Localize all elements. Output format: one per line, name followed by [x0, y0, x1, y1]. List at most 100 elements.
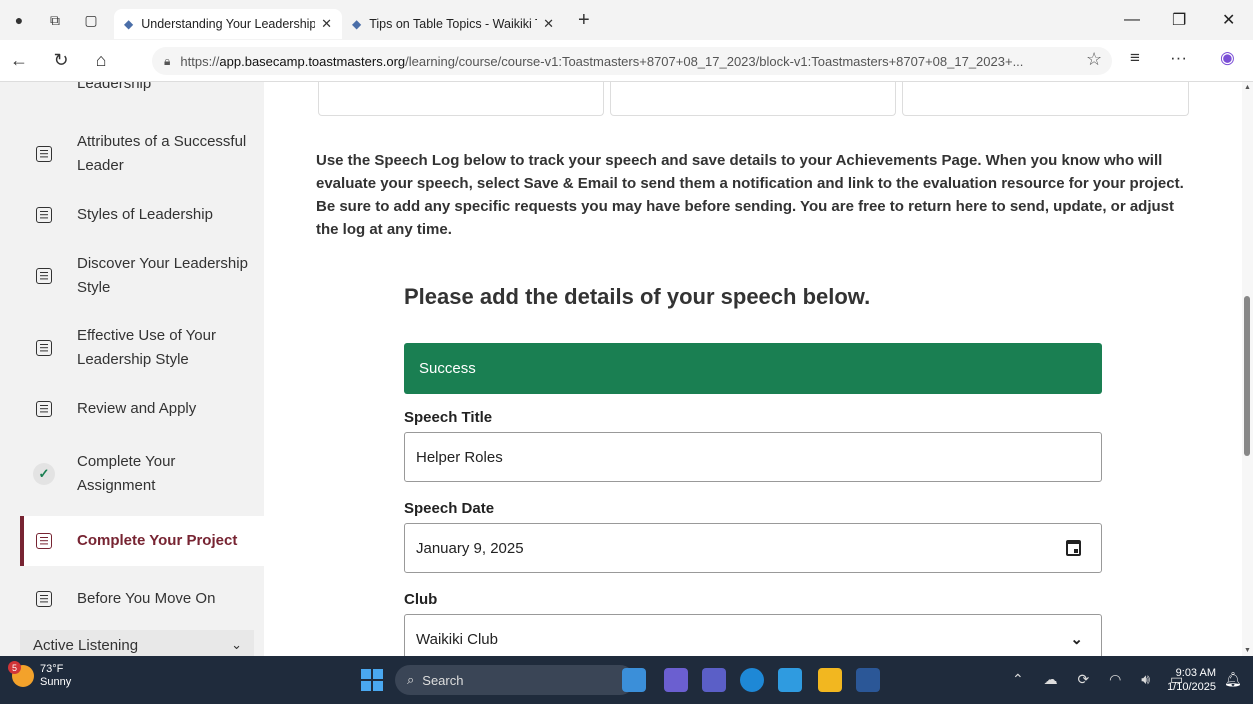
weather-temp: 73°F	[40, 663, 64, 675]
close-tab-icon[interactable]: ✕	[543, 16, 554, 32]
form-title: Please add the details of your speech be…	[404, 284, 871, 309]
taskbar-search[interactable]: ⌕ Search	[395, 665, 635, 695]
copilot-icon[interactable]: ◉	[1220, 48, 1235, 68]
weather-desc: Sunny	[40, 676, 72, 688]
scroll-up-icon[interactable]: ▲	[1244, 84, 1251, 91]
speech-title-value: Helper Roles	[416, 448, 503, 466]
card-cell	[610, 82, 896, 116]
card-cell	[318, 82, 604, 116]
document-icon	[36, 340, 52, 356]
sidebar-item-label: Before You Move On	[77, 590, 216, 607]
speech-date-label: Speech Date	[404, 500, 495, 517]
notification-bell-icon[interactable]: 🔔︎	[1224, 671, 1242, 688]
sidebar-item-before-move-on[interactable]: Before You Move On	[20, 574, 264, 624]
taskbar-search-placeholder: Search	[422, 672, 464, 688]
speech-date-value: January 9, 2025	[416, 539, 524, 557]
document-icon	[36, 591, 52, 607]
sidebar-item-label: Review and Apply	[77, 400, 197, 417]
url-path: /learning/course/course-v1:Toastmasters+…	[405, 53, 1024, 69]
favorites-icon[interactable]: ≡	[1130, 48, 1140, 68]
search-icon: ⌕	[407, 672, 415, 687]
start-button[interactable]	[361, 669, 383, 691]
clock-time: 9:03 AM	[1175, 667, 1216, 679]
new-tab-icon[interactable]: +	[578, 9, 590, 32]
taskbar-clock[interactable]: 9:03 AM 1/10/2025	[1160, 666, 1216, 694]
windows-taskbar: 5 73°F Sunny ⌕ Search ⌃ ☁ ⟳ ◠ 🔊︎ ▭ 9:03 …	[0, 656, 1253, 704]
club-label: Club	[404, 591, 438, 608]
sidebar-item-styles[interactable]: Styles of Leadership	[20, 190, 264, 240]
minimize-icon[interactable]: —	[1124, 0, 1140, 40]
clock-date: 1/10/2025	[1167, 681, 1216, 693]
sidebar-item-complete-project[interactable]: Complete Your Project	[20, 516, 264, 566]
speech-title-input[interactable]: Helper Roles	[404, 432, 1102, 482]
scrollbar-thumb[interactable]	[1244, 296, 1250, 456]
course-outline-sidebar: Leadership Attributes of a Successful Le…	[0, 82, 264, 656]
tab-favicon-icon: ◆	[124, 17, 134, 31]
word-icon[interactable]	[856, 668, 880, 692]
sidebar-item-label: Complete Your Project	[77, 532, 238, 549]
club-value: Waikiki Club	[416, 630, 498, 648]
calendar-icon[interactable]	[1066, 540, 1081, 556]
sidebar-item-discover[interactable]: Discover Your Leadership Style	[20, 240, 264, 312]
speech-title-label: Speech Title	[404, 409, 493, 426]
section-label: Active Listening	[33, 636, 139, 654]
sidebar-item-label: Attributes of a Successful Leader	[77, 133, 247, 174]
profile-icon[interactable]: ●	[8, 9, 30, 31]
document-icon	[36, 207, 52, 223]
tab-understanding-leadership[interactable]: ◆ Understanding Your Leadership St ✕	[114, 9, 342, 39]
scroll-down-icon[interactable]: ▼	[1244, 647, 1251, 654]
document-icon	[36, 146, 52, 162]
sidebar-item-complete-assignment[interactable]: ✓ Complete Your Assignment	[20, 438, 264, 510]
sidebar-item-effective-use[interactable]: Effective Use of Your Leadership Style	[20, 312, 264, 384]
sidebar-item-review-apply[interactable]: Review and Apply	[20, 384, 264, 434]
sidebar-item-label: Effective Use of Your Leadership Style	[77, 327, 216, 368]
back-icon[interactable]: ←	[2, 50, 36, 71]
tab-actions-icon[interactable]: ▢	[80, 9, 102, 31]
sidebar-section-active-listening[interactable]: Active Listening ⌄	[20, 630, 254, 656]
tab-title: Tips on Table Topics - Waikiki Toa	[369, 17, 538, 31]
close-tab-icon[interactable]: ✕	[321, 16, 332, 32]
copilot-app-icon[interactable]	[664, 668, 688, 692]
chevron-down-icon: ⌄	[1070, 631, 1083, 648]
favorite-star-icon[interactable]: ☆	[1086, 49, 1102, 70]
document-icon	[36, 533, 52, 549]
sidebar-item-label: Styles of Leadership	[77, 206, 213, 223]
document-icon	[36, 401, 52, 417]
teams-icon[interactable]	[702, 668, 726, 692]
sidebar-item-attributes[interactable]: Attributes of a Successful Leader	[20, 118, 264, 190]
main-content: Use the Speech Log below to track your s…	[264, 82, 1242, 656]
url-host: app.basecamp.toastmasters.org	[219, 53, 406, 69]
page-scrollbar[interactable]: ▲ ▼	[1242, 82, 1253, 656]
task-view-icon[interactable]	[622, 668, 646, 692]
edge-icon[interactable]	[740, 668, 764, 692]
refresh-icon[interactable]: ↻	[44, 50, 78, 71]
address-bar[interactable]: 🔒︎ https://app.basecamp.toastmasters.org…	[152, 47, 1112, 75]
sidebar-item-label: Complete Your Assignment	[77, 453, 176, 494]
sidebar-partial-label: Leadership	[77, 82, 152, 92]
club-select[interactable]: Waikiki Club ⌄	[404, 614, 1102, 656]
file-explorer-icon[interactable]	[818, 668, 842, 692]
document-icon	[36, 268, 52, 284]
restore-icon[interactable]: ❐	[1172, 0, 1186, 40]
speech-log-instructions: Use the Speech Log below to track your s…	[316, 152, 1184, 238]
site-info-icon[interactable]: 🔒︎	[164, 54, 170, 69]
browser-tab-strip: ● ⧉ ▢ ◆ Understanding Your Leadership St…	[0, 0, 1253, 40]
home-icon[interactable]: ⌂	[84, 50, 118, 71]
url-prefix: https://	[180, 53, 220, 69]
check-icon: ✓	[33, 463, 55, 485]
card-cell	[902, 82, 1189, 116]
tab-title: Understanding Your Leadership St	[141, 17, 316, 31]
sidebar-item-label: Discover Your Leadership Style	[77, 255, 248, 296]
speech-date-input[interactable]: January 9, 2025	[404, 523, 1102, 573]
close-window-icon[interactable]: ✕	[1222, 0, 1235, 40]
weather-widget[interactable]: 5 73°F Sunny	[8, 661, 72, 689]
notification-badge: 5	[8, 661, 21, 674]
address-bar-row: ← ↻ ⌂ 🔒︎ https://app.basecamp.toastmaste…	[0, 40, 1253, 82]
tab-favicon-icon: ◆	[352, 17, 362, 31]
tab-tips-table-topics[interactable]: ◆ Tips on Table Topics - Waikiki Toa ✕	[342, 9, 564, 39]
workspaces-icon[interactable]: ⧉	[44, 9, 66, 31]
success-banner: Success	[404, 343, 1102, 394]
store-icon[interactable]	[778, 668, 802, 692]
sun-icon: 5	[8, 661, 34, 687]
more-options-icon[interactable]: ···	[1170, 48, 1187, 68]
